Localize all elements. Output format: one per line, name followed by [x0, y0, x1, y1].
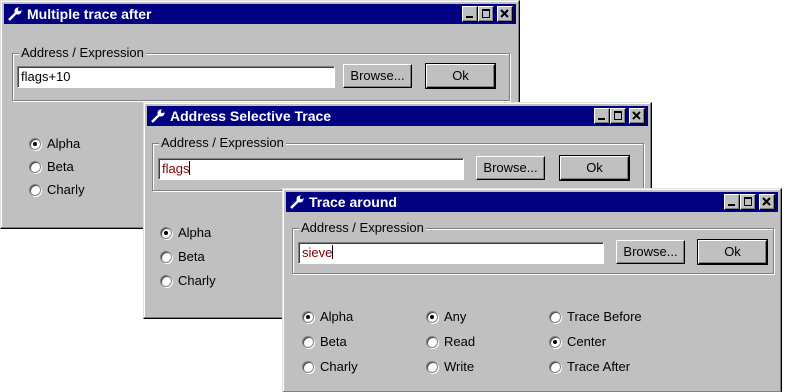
address-input[interactable]: flags: [158, 158, 464, 180]
minimize-icon[interactable]: [594, 108, 610, 124]
ok-button[interactable]: Ok: [697, 239, 768, 265]
minimize-icon[interactable]: [724, 194, 740, 210]
address-input-text: sieve: [302, 245, 333, 260]
radio-dot: [426, 336, 438, 348]
close-icon[interactable]: [759, 194, 775, 210]
maximize-icon[interactable]: [740, 194, 756, 210]
radio-label: Charly: [320, 359, 358, 374]
ok-button[interactable]: Ok: [559, 155, 630, 181]
radio-dot: [426, 361, 438, 373]
radio-dot: [29, 138, 41, 150]
radio-dot: [302, 361, 314, 373]
radio-label: Write: [444, 359, 475, 374]
radio-label: Trace Before: [567, 309, 642, 324]
radio-label: Charly: [47, 182, 85, 197]
address-input[interactable]: sieve: [298, 242, 604, 264]
radio-dot: [549, 336, 561, 348]
titlebar[interactable]: Trace around: [286, 192, 778, 212]
radio-label: Trace After: [567, 359, 631, 374]
maximize-icon[interactable]: [478, 6, 494, 22]
radio-dot: [160, 227, 172, 239]
radio-dot: [549, 361, 561, 373]
window-title: Multiple trace after: [27, 6, 152, 22]
wrench-icon: [290, 195, 304, 209]
radio-dot: [29, 161, 41, 173]
radio-dot: [160, 251, 172, 263]
radio-label: Center: [567, 334, 607, 349]
browse-button[interactable]: Browse...: [343, 64, 412, 88]
wrench-icon: [151, 109, 165, 123]
close-icon[interactable]: [497, 6, 513, 22]
radio-label: Charly: [178, 273, 216, 288]
address-input[interactable]: flags+10: [17, 66, 335, 88]
wrench-icon: [8, 7, 22, 21]
radio-dot: [29, 184, 41, 196]
browse-button[interactable]: Browse...: [476, 156, 545, 180]
radio-label: Beta: [320, 334, 347, 349]
radio-label: Beta: [178, 249, 205, 264]
minimize-icon[interactable]: [462, 6, 478, 22]
window-title: Trace around: [309, 194, 397, 210]
radio-dot: [160, 275, 172, 287]
text-caret: [189, 161, 191, 175]
radio-dot: [302, 311, 314, 323]
address-input-text: flags: [162, 161, 190, 176]
browse-button[interactable]: Browse...: [616, 240, 685, 264]
text-caret: [332, 245, 334, 259]
maximize-icon[interactable]: [610, 108, 626, 124]
ok-button[interactable]: Ok: [425, 63, 496, 89]
titlebar[interactable]: Multiple trace after: [4, 4, 516, 24]
group-label: Address / Expression: [19, 45, 146, 61]
radio-dot: [302, 336, 314, 348]
radio-label: Alpha: [178, 225, 212, 240]
radio-dot: [549, 311, 561, 323]
group-label: Address / Expression: [159, 135, 286, 151]
radio-label: Any: [444, 309, 467, 324]
close-icon[interactable]: [629, 108, 645, 124]
window-title: Address Selective Trace: [170, 108, 332, 124]
titlebar[interactable]: Address Selective Trace: [147, 106, 648, 126]
radio-label: Beta: [47, 159, 74, 174]
window-trace-around: Trace around Address / Expression sieve …: [282, 188, 782, 392]
radio-label: Alpha: [320, 309, 354, 324]
group-label: Address / Expression: [299, 220, 426, 236]
radio-label: Read: [444, 334, 476, 349]
radio-dot: [426, 311, 438, 323]
radio-label: Alpha: [47, 136, 81, 151]
